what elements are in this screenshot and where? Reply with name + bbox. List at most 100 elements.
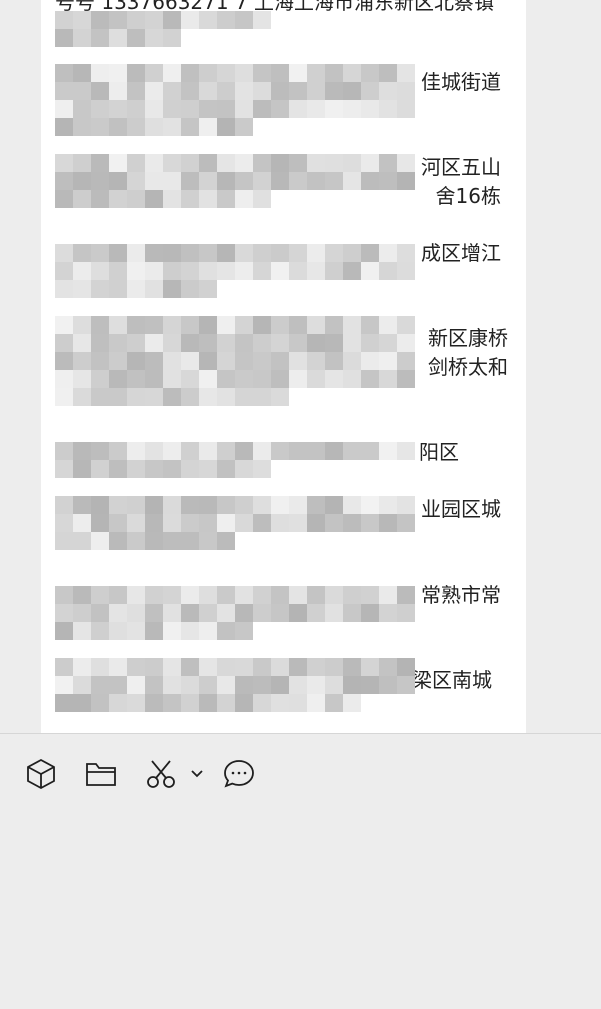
mosaic-cell — [379, 172, 397, 190]
mosaic-cell — [163, 442, 181, 460]
mosaic-cell — [91, 388, 109, 406]
mosaic-cell — [55, 316, 73, 334]
mosaic-cell — [73, 622, 91, 640]
mosaic-cell — [199, 442, 217, 460]
mosaic-cell — [235, 262, 253, 280]
mosaic-cell — [379, 586, 397, 604]
mosaic-cell — [271, 280, 289, 298]
document-view[interactable]: 号号 1337663271 7 上海上海市浦东新区北蔡镇 佳城街道 河区五山 舍… — [0, 0, 601, 733]
mosaic-cell — [379, 352, 397, 370]
mosaic-cell — [163, 244, 181, 262]
mosaic-cell — [289, 514, 307, 532]
mosaic-cell — [235, 244, 253, 262]
mosaic-cell — [361, 514, 379, 532]
mosaic-cell — [91, 82, 109, 100]
mosaic-cell — [397, 82, 415, 100]
mosaic-cell — [379, 622, 397, 640]
mosaic-cell — [343, 370, 361, 388]
mosaic-cell — [271, 316, 289, 334]
mosaic-cell — [55, 280, 73, 298]
mosaic-cell — [397, 586, 415, 604]
mosaic-cell — [235, 352, 253, 370]
mosaic-cell — [181, 604, 199, 622]
mosaic-cell — [199, 388, 217, 406]
mosaic-cell — [253, 658, 271, 676]
mosaic-cell — [145, 11, 163, 29]
mosaic-cell — [181, 388, 199, 406]
mosaic-cell — [379, 334, 397, 352]
mosaic-cell — [271, 514, 289, 532]
mosaic-cell — [343, 82, 361, 100]
screenshot-options-dropdown[interactable] — [184, 754, 210, 794]
mosaic-cell — [235, 694, 253, 712]
mosaic-cell — [253, 622, 271, 640]
mosaic-cell — [73, 190, 91, 208]
screenshot-button[interactable] — [141, 754, 181, 794]
mosaic-cell — [361, 622, 379, 640]
mosaic-cell — [397, 316, 415, 334]
mosaic-cell — [109, 586, 127, 604]
mosaic-cell — [307, 388, 325, 406]
mosaic-cell — [181, 244, 199, 262]
mosaic-cell — [181, 442, 199, 460]
mosaic-cell — [109, 334, 127, 352]
mosaic-cell — [163, 352, 181, 370]
mosaic-cell — [235, 172, 253, 190]
mosaic-cell — [199, 100, 217, 118]
mosaic-cell — [127, 154, 145, 172]
mosaic-cell — [145, 604, 163, 622]
mosaic-cell — [289, 316, 307, 334]
mosaic-cell — [163, 118, 181, 136]
mosaic-cell — [181, 622, 199, 640]
mosaic-cell — [199, 154, 217, 172]
mosaic-cell — [181, 676, 199, 694]
mosaic-cell — [289, 262, 307, 280]
mosaic-cell — [55, 154, 73, 172]
mosaic-cell — [109, 370, 127, 388]
mosaic-cell — [181, 658, 199, 676]
mosaic-cell — [361, 586, 379, 604]
mosaic-cell — [181, 334, 199, 352]
mosaic-cell — [145, 352, 163, 370]
mosaic-cell — [73, 262, 91, 280]
mosaic-cell — [253, 100, 271, 118]
mosaic-cell — [73, 442, 91, 460]
mosaic-cell — [289, 496, 307, 514]
mosaic-cell — [343, 496, 361, 514]
mosaic-cell — [325, 154, 343, 172]
mosaic-cell — [325, 676, 343, 694]
mosaic-cell — [181, 29, 199, 47]
mosaic-cell — [127, 100, 145, 118]
mosaic-cell — [73, 172, 91, 190]
mosaic-cell — [163, 460, 181, 478]
mosaic-cell — [127, 370, 145, 388]
mosaic-cell — [163, 172, 181, 190]
mosaic-cell — [217, 352, 235, 370]
mosaic-cell — [307, 172, 325, 190]
mosaic-cell — [181, 280, 199, 298]
mosaic-cell — [73, 244, 91, 262]
mosaic-cell — [109, 262, 127, 280]
mosaic-cell — [91, 190, 109, 208]
mosaic-cell — [307, 532, 325, 550]
mosaic-cell — [343, 388, 361, 406]
mosaic-cell — [181, 190, 199, 208]
folder-button[interactable] — [81, 754, 121, 794]
cube-button[interactable] — [21, 754, 61, 794]
mosaic-cell — [343, 262, 361, 280]
redacted-mosaic — [55, 154, 415, 208]
bottom-toolbar — [0, 733, 601, 1009]
mosaic-cell — [109, 100, 127, 118]
mosaic-cell — [253, 262, 271, 280]
mosaic-cell — [127, 694, 145, 712]
mosaic-cell — [91, 532, 109, 550]
mosaic-cell — [307, 334, 325, 352]
mosaic-cell — [181, 694, 199, 712]
chat-history-button[interactable] — [219, 754, 259, 794]
mosaic-cell — [235, 100, 253, 118]
mosaic-cell — [163, 532, 181, 550]
mosaic-cell — [253, 64, 271, 82]
mosaic-cell — [289, 532, 307, 550]
mosaic-cell — [379, 370, 397, 388]
mosaic-cell — [253, 532, 271, 550]
